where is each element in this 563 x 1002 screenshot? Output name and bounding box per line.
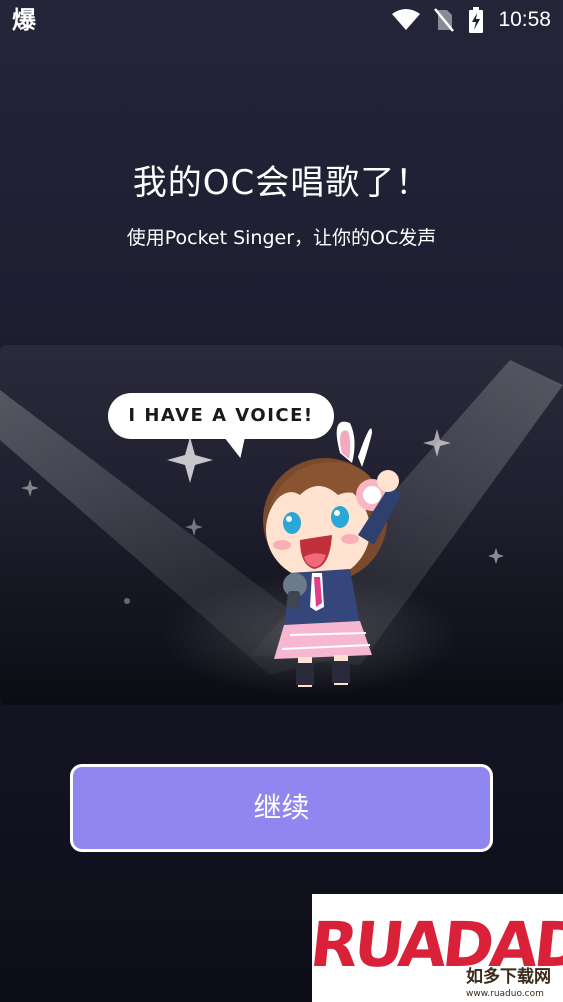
app-notification-glyph: 爆 — [12, 6, 36, 34]
status-icons: 10:58 — [392, 4, 551, 36]
continue-button[interactable]: 继续 — [70, 764, 493, 852]
status-time: 10:58 — [498, 8, 551, 31]
sparkle-icon — [167, 437, 213, 483]
sparkle-dot — [124, 598, 130, 604]
onboarding-screen: 爆 10:58 我的OC会唱歌了！ 使用Pocket Singer，让你的OC发… — [0, 0, 563, 1002]
watermark-caption: 如多下载网 — [466, 966, 551, 987]
sparkle-icon — [21, 479, 39, 497]
no-sim-icon — [434, 8, 455, 32]
watermark-url: www.ruaduo.com — [466, 989, 544, 999]
battery-charging-icon — [469, 7, 484, 33]
speech-bubble: I HAVE A VOICE! — [108, 393, 334, 439]
sparkle-icon — [488, 548, 504, 564]
watermark-logo: RUADADO 如多下载网 www.ruaduo.com — [312, 894, 563, 1002]
watermark-logo-art: RUADADO 如多下载网 www.ruaduo.com — [312, 908, 563, 999]
wifi-icon — [392, 9, 421, 30]
status-bar: 爆 10:58 — [0, 0, 563, 40]
page-subtitle: 使用Pocket Singer，让你的OC发声 — [126, 227, 437, 249]
page-title: 我的OC会唱歌了！ — [132, 163, 431, 203]
